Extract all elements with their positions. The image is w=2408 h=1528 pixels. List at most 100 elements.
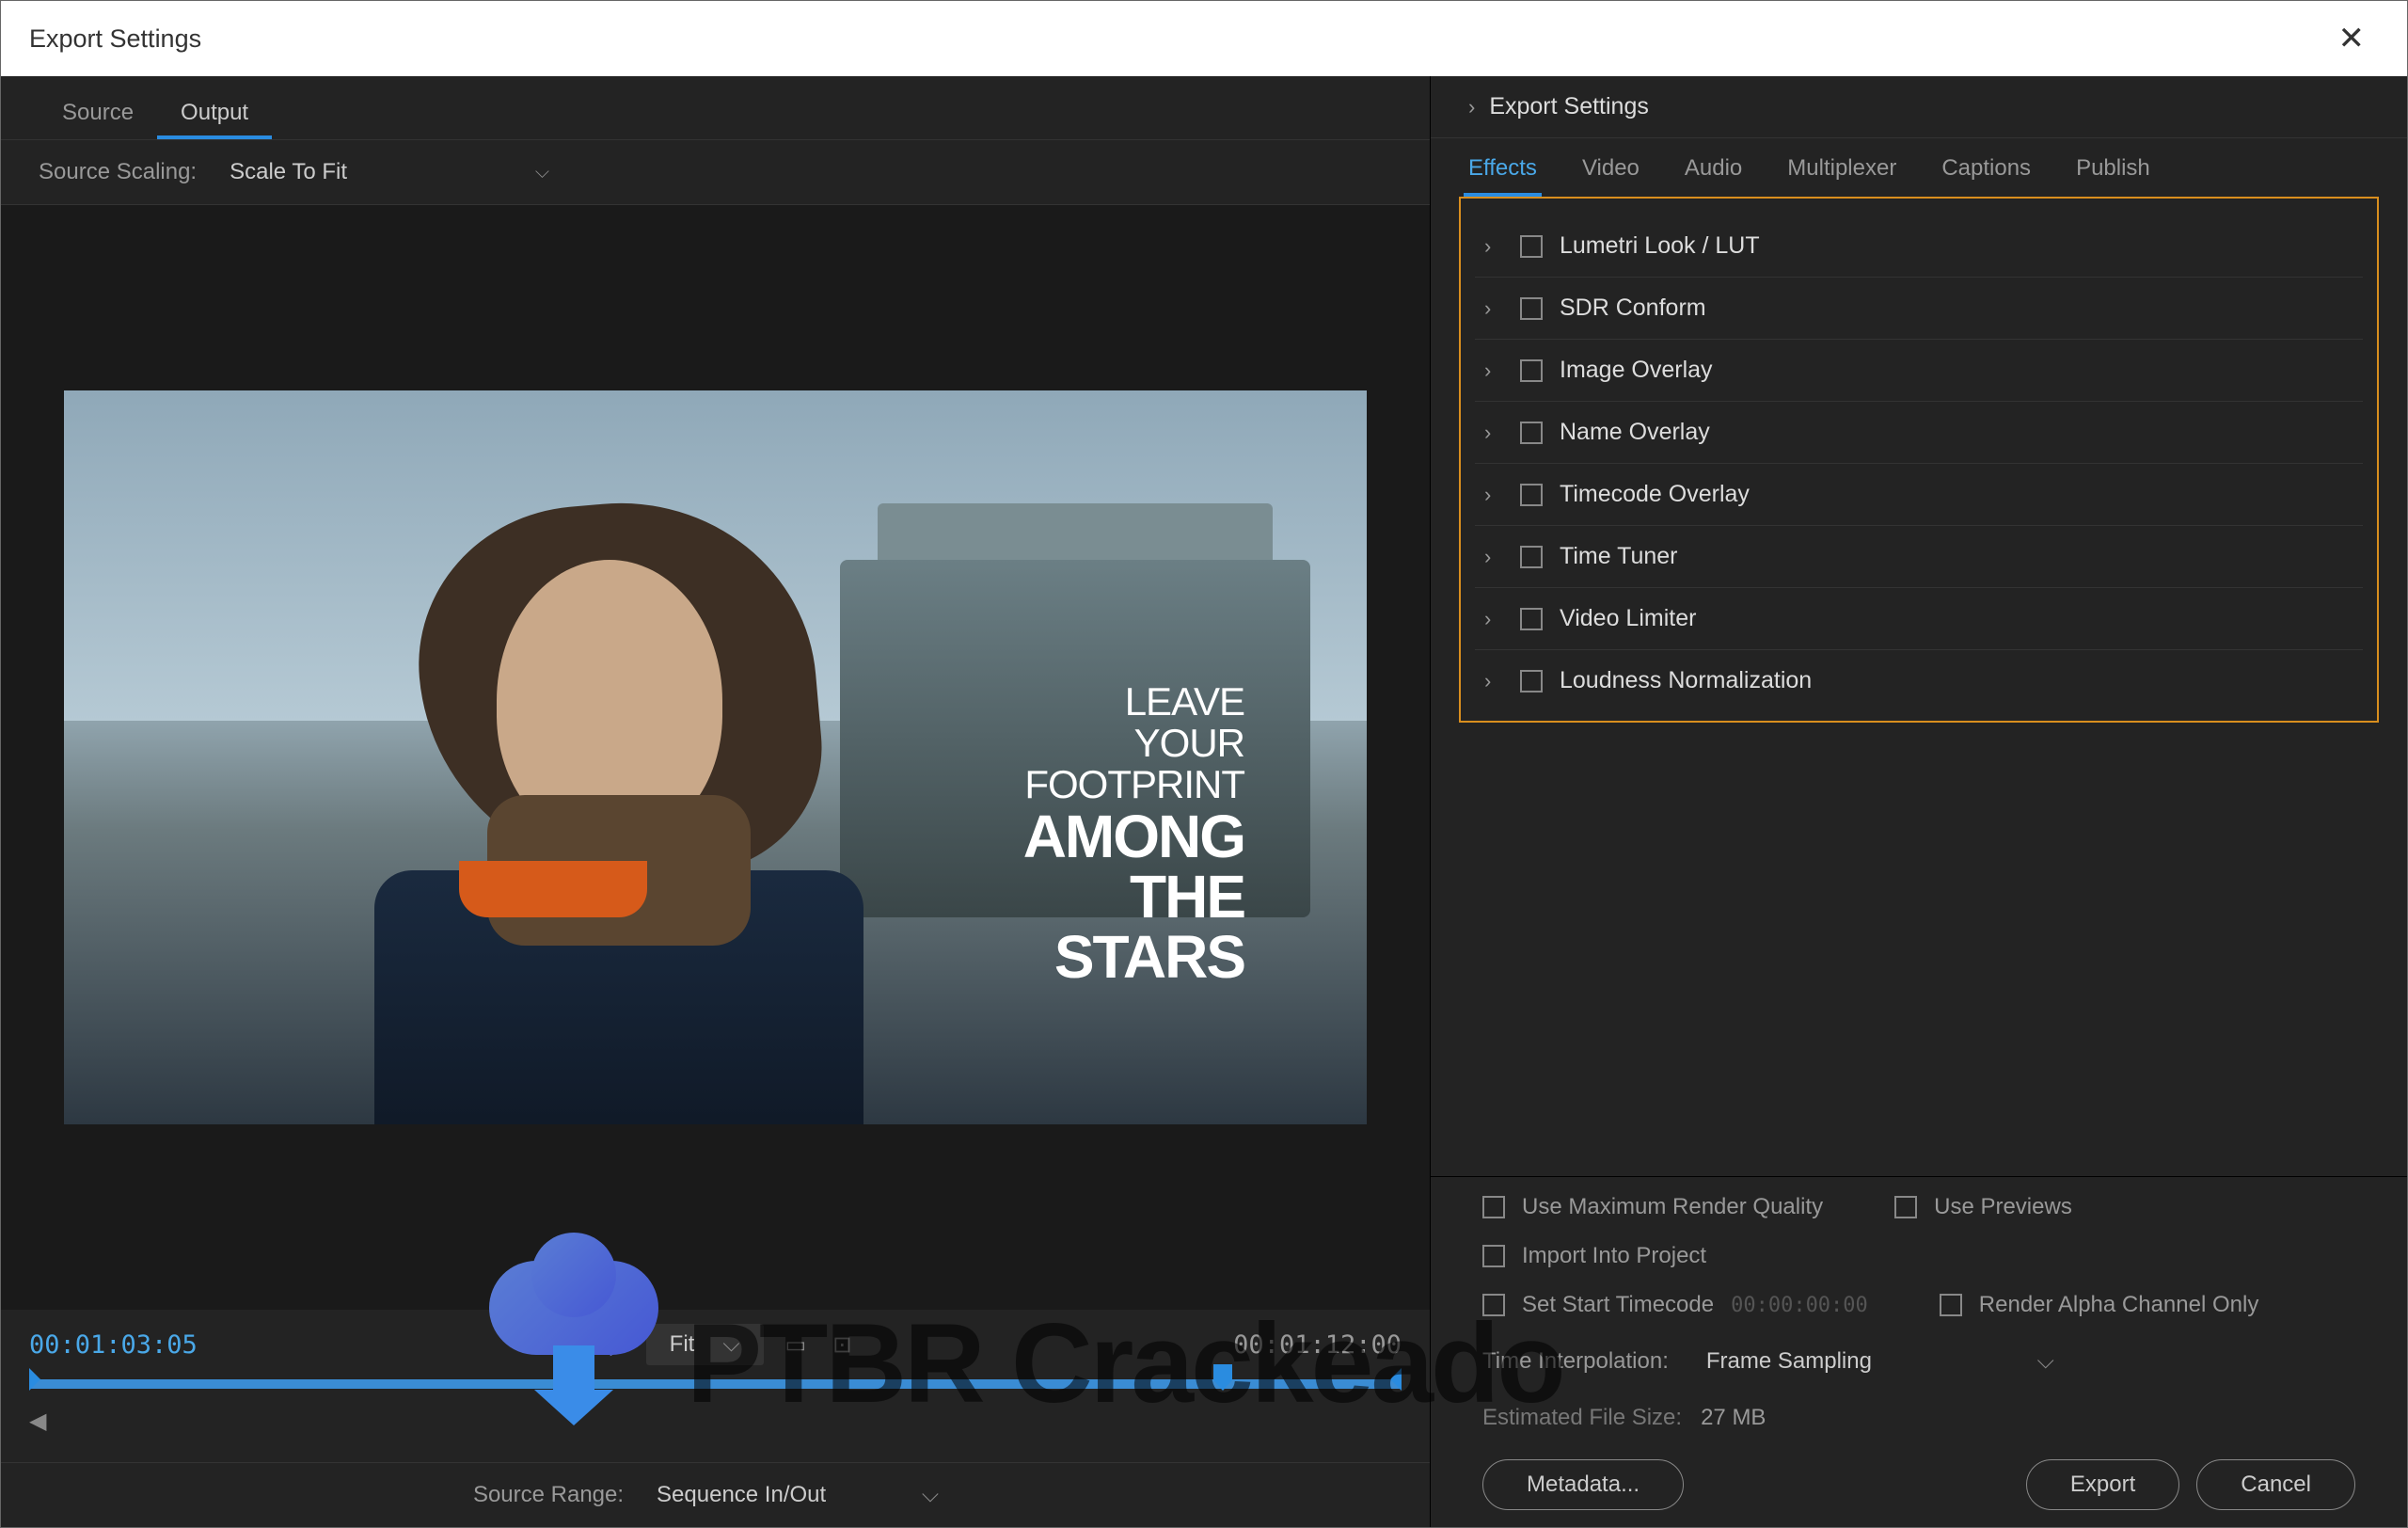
cancel-button[interactable]: Cancel <box>2196 1459 2355 1510</box>
import-label: Import Into Project <box>1522 1243 1706 1269</box>
aspect-ratio-icon[interactable]: ▭ <box>781 1327 812 1363</box>
tab-multiplexer[interactable]: Multiplexer <box>1782 138 1901 197</box>
current-timecode[interactable]: 00:01:03:05 <box>29 1330 198 1360</box>
effects-panel: › Lumetri Look / LUT › SDR Conform › Image Ov… <box>1459 197 2379 723</box>
metadata-button[interactable]: Metadata... <box>1482 1459 1684 1510</box>
chevron-right-icon: › <box>1484 545 1503 569</box>
import-checkbox[interactable] <box>1482 1245 1505 1267</box>
preview-image: LEAVE YOUR FOOTPRINT AMONG THE STARS <box>64 390 1367 1124</box>
settings-panel: › Export Settings Effects Video Audio Mu… <box>1431 76 2407 1527</box>
source-scaling-value: Scale To Fit <box>230 159 347 185</box>
chevron-right-icon: › <box>1484 421 1503 445</box>
effect-label: Name Overlay <box>1560 419 1710 446</box>
chevron-right-icon: › <box>1484 607 1503 631</box>
tab-video[interactable]: Video <box>1577 138 1644 197</box>
start-tc-value[interactable]: 00:00:00:00 <box>1731 1294 1868 1317</box>
export-settings-label: Export Settings <box>1489 93 1649 120</box>
source-range-value: Sequence In/Out <box>657 1482 826 1508</box>
effect-row[interactable]: › Image Overlay <box>1475 340 2363 402</box>
chevron-right-icon: › <box>1484 669 1503 693</box>
window-title: Export Settings <box>29 24 201 54</box>
end-timecode: 00:01:12:00 <box>1233 1330 1402 1360</box>
effect-label: SDR Conform <box>1560 294 1706 322</box>
titlebar: Export Settings ✕ <box>1 1 2407 76</box>
effect-checkbox[interactable] <box>1520 546 1543 568</box>
source-scaling-row: Source Scaling: Scale To Fit ⌵ <box>1 140 1430 205</box>
preview-tabs: Source Output <box>1 76 1430 140</box>
timeline-bar[interactable] <box>29 1379 1402 1389</box>
zoom-controls: ◢ ▶ Fit ⌵ ▭ ⊡ <box>575 1324 857 1365</box>
dialog-body: Source Output Source Scaling: Scale To F… <box>1 76 2407 1527</box>
in-point-icon[interactable] <box>29 1368 40 1391</box>
effect-checkbox[interactable] <box>1520 670 1543 692</box>
effect-checkbox[interactable] <box>1520 422 1543 444</box>
tab-output[interactable]: Output <box>157 90 272 139</box>
chevron-down-icon: ⌵ <box>722 1331 739 1358</box>
safe-margins-icon[interactable]: ⊡ <box>828 1327 856 1363</box>
chevron-right-icon: › <box>1484 358 1503 383</box>
chevron-right-icon: › <box>1484 234 1503 259</box>
source-range-label: Source Range: <box>473 1482 624 1508</box>
export-button[interactable]: Export <box>2026 1459 2179 1510</box>
tab-effects[interactable]: Effects <box>1464 138 1542 197</box>
est-size-label: Estimated File Size: <box>1482 1405 1682 1431</box>
tab-publish[interactable]: Publish <box>2071 138 2155 197</box>
export-settings-window: Export Settings ✕ Source Output Source S… <box>0 0 2408 1528</box>
effect-row[interactable]: ›Time Tuner <box>1475 526 2363 588</box>
out-point-icon[interactable] <box>1390 1368 1402 1391</box>
effect-row[interactable]: › Video Limiter <box>1475 588 2363 650</box>
preview-area: LEAVE YOUR FOOTPRINT AMONG THE STARS <box>1 205 1430 1310</box>
start-tc-checkbox[interactable] <box>1482 1294 1505 1316</box>
effect-row[interactable]: › Name Overlay <box>1475 402 2363 464</box>
effect-checkbox[interactable] <box>1520 235 1543 258</box>
effect-checkbox[interactable] <box>1520 608 1543 630</box>
previews-label: Use Previews <box>1934 1194 2072 1220</box>
effect-row[interactable]: › Lumetri Look / LUT <box>1475 215 2363 278</box>
effect-label: Image Overlay <box>1560 357 1713 384</box>
interp-dropdown[interactable]: Frame Sampling ⌵ <box>1687 1341 2073 1382</box>
chevron-right-icon: › <box>1468 95 1475 119</box>
max-render-label: Use Maximum Render Quality <box>1522 1194 1823 1220</box>
interp-value: Frame Sampling <box>1706 1348 1872 1375</box>
effect-row[interactable]: ›Timecode Overlay <box>1475 464 2363 526</box>
timeline-area: 00:01:03:05 ◢ ▶ Fit ⌵ ▭ ⊡ 00:01:12:00 <box>1 1310 1430 1462</box>
export-settings-header[interactable]: › Export Settings <box>1431 76 2407 138</box>
chevron-down-icon: ⌵ <box>922 1482 939 1508</box>
alpha-checkbox[interactable] <box>1940 1294 1962 1316</box>
est-size-value: 27 MB <box>1701 1405 1766 1431</box>
prev-frame-icon[interactable]: ◢ <box>575 1330 594 1360</box>
chevron-right-icon: › <box>1484 296 1503 321</box>
playhead-icon[interactable] <box>1213 1364 1232 1391</box>
alpha-label: Render Alpha Channel Only <box>1979 1292 2259 1318</box>
close-icon[interactable]: ✕ <box>2324 15 2380 62</box>
effect-checkbox[interactable] <box>1520 359 1543 382</box>
effect-label: Timecode Overlay <box>1560 481 1750 508</box>
play-icon[interactable]: ▶ <box>610 1330 629 1360</box>
source-scaling-label: Source Scaling: <box>39 159 197 185</box>
interp-label: Time Interpolation: <box>1482 1348 1669 1375</box>
effect-label: Lumetri Look / LUT <box>1560 232 1760 260</box>
chevron-down-icon: ⌵ <box>2037 1348 2054 1375</box>
tab-captions[interactable]: Captions <box>1937 138 2036 197</box>
preview-panel: Source Output Source Scaling: Scale To F… <box>1 76 1431 1527</box>
max-render-checkbox[interactable] <box>1482 1196 1505 1218</box>
source-range-row: Source Range: Sequence In/Out ⌵ <box>1 1462 1430 1527</box>
preview-overlay-text: LEAVE YOUR FOOTPRINT AMONG THE STARS <box>1023 682 1244 987</box>
scroll-left-icon[interactable]: ◀ <box>29 1408 55 1434</box>
source-range-dropdown[interactable]: Sequence In/Out ⌵ <box>638 1474 958 1516</box>
tab-audio[interactable]: Audio <box>1680 138 1747 197</box>
effect-row[interactable]: › Loudness Normalization <box>1475 650 2363 711</box>
source-scaling-dropdown[interactable]: Scale To Fit ⌵ <box>211 151 568 193</box>
settings-tabs: Effects Video Audio Multiplexer Captions… <box>1431 138 2407 197</box>
chevron-down-icon: ⌵ <box>535 162 549 183</box>
tab-source[interactable]: Source <box>39 90 157 139</box>
export-options: Use Maximum Render Quality Use Previews … <box>1431 1176 2407 1527</box>
zoom-dropdown[interactable]: Fit ⌵ <box>646 1324 764 1365</box>
start-tc-label: Set Start Timecode <box>1522 1292 1714 1318</box>
effect-checkbox[interactable] <box>1520 297 1543 320</box>
effect-label: Loudness Normalization <box>1560 667 1812 694</box>
effect-row[interactable]: › SDR Conform <box>1475 278 2363 340</box>
previews-checkbox[interactable] <box>1894 1196 1917 1218</box>
effect-label: Video Limiter <box>1560 605 1696 632</box>
effect-checkbox[interactable] <box>1520 484 1543 506</box>
